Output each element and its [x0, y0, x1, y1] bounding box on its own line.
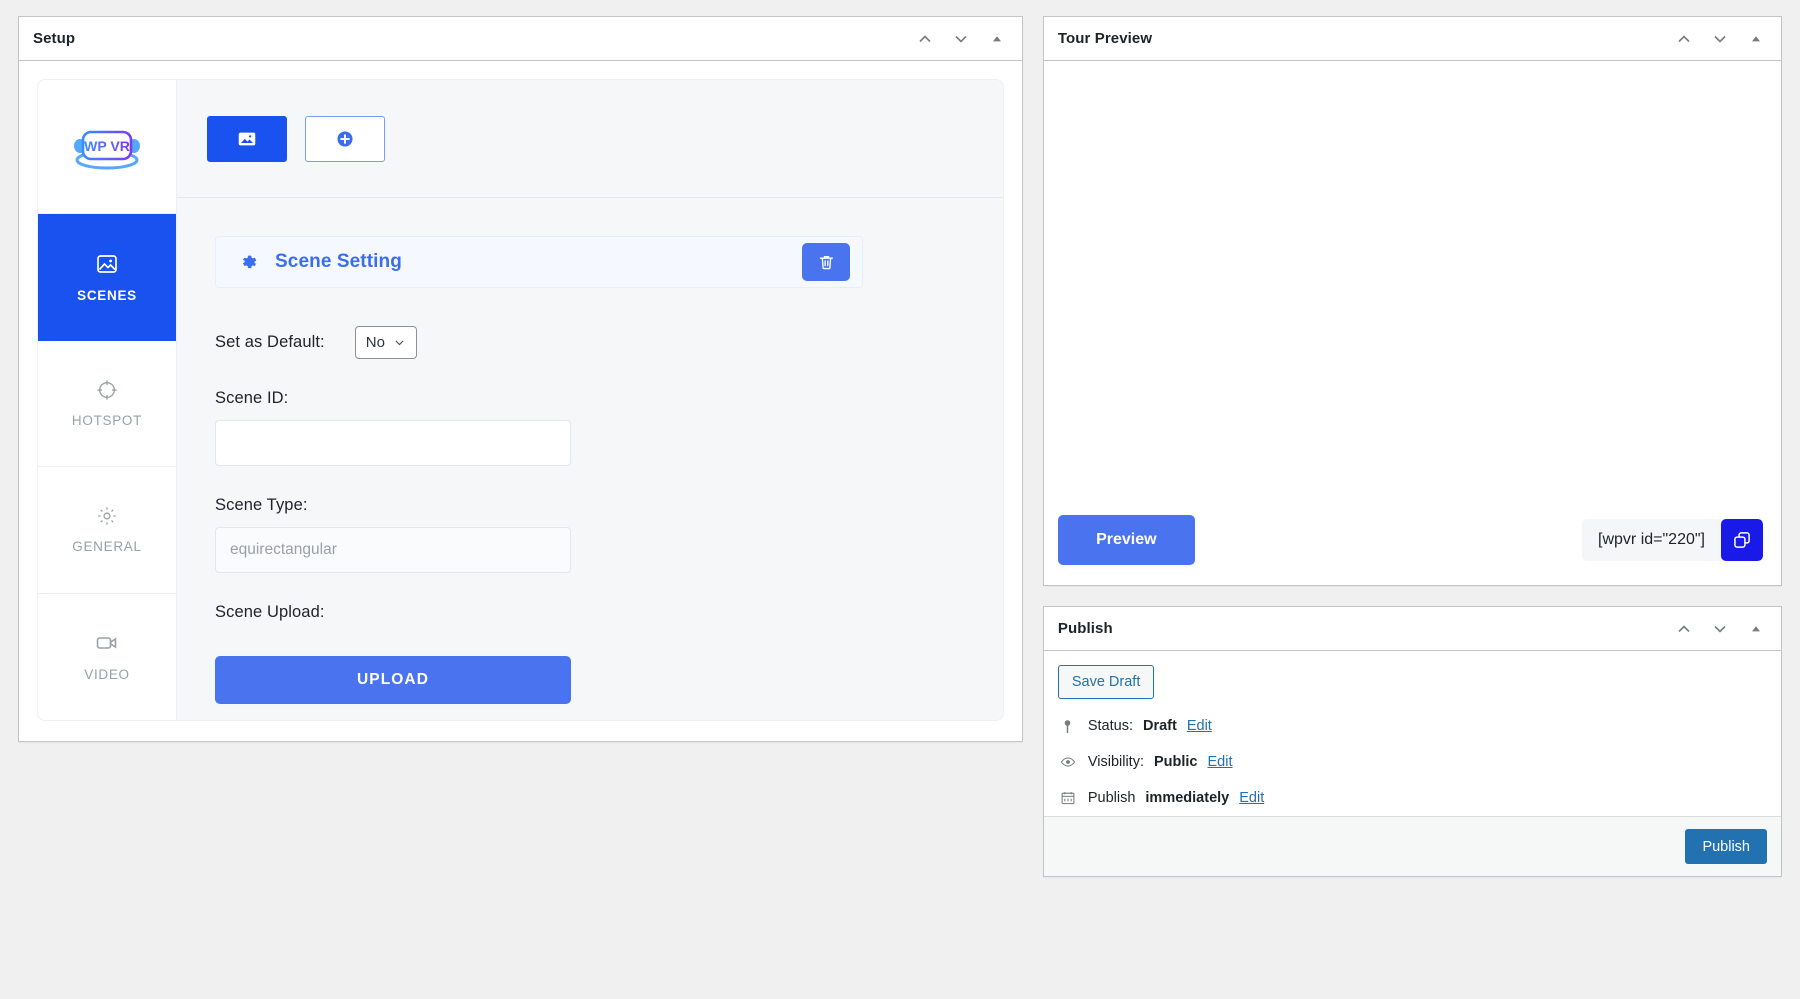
- svg-text:WP VR: WP VR: [84, 138, 130, 154]
- scene-image-tab[interactable]: [207, 116, 287, 162]
- schedule-label: Publish: [1088, 791, 1136, 806]
- scene-type-input[interactable]: [215, 527, 571, 573]
- visibility-edit-link[interactable]: Edit: [1208, 755, 1233, 770]
- sidebar-item-video[interactable]: VIDEO: [38, 594, 176, 720]
- hotspot-target-icon: [96, 379, 118, 401]
- pin-icon: [1058, 719, 1078, 734]
- scene-type-field: Scene Type:: [215, 496, 965, 573]
- scene-upload-label: Scene Upload:: [215, 603, 965, 622]
- setup-body: WP VR SCENES: [19, 61, 1022, 741]
- scene-form: Scene Setting Set as Default:: [177, 198, 1003, 704]
- sidebar-item-hotspot[interactable]: HOTSPOT: [38, 341, 176, 467]
- visibility-value: Public: [1154, 755, 1198, 770]
- toggle-triangle-icon[interactable]: [1745, 618, 1767, 640]
- status-edit-link[interactable]: Edit: [1187, 719, 1212, 734]
- set-as-default-label: Set as Default:: [215, 333, 325, 352]
- tour-preview-metabox: Tour Preview Preview [wpvr id: [1043, 16, 1782, 586]
- preview-button[interactable]: Preview: [1058, 515, 1195, 565]
- shortcode-text: [wpvr id="220"]: [1582, 519, 1721, 561]
- scene-tabs: [177, 80, 1003, 198]
- chevron-down-icon[interactable]: [1709, 618, 1731, 640]
- publish-header: Publish: [1044, 607, 1781, 651]
- scene-id-input[interactable]: [215, 420, 571, 466]
- sidebar-item-general[interactable]: GENERAL: [38, 467, 176, 593]
- setup-header: Setup: [19, 17, 1022, 61]
- right-column: Tour Preview Preview [wpvr id: [1043, 16, 1782, 877]
- calendar-icon: [1058, 790, 1078, 806]
- publish-footer: Publish: [1044, 816, 1781, 876]
- toggle-triangle-icon[interactable]: [986, 28, 1008, 50]
- save-draft-button[interactable]: Save Draft: [1058, 665, 1155, 699]
- publish-header-controls: [1673, 618, 1767, 640]
- sidebar-item-scenes[interactable]: SCENES: [38, 214, 176, 340]
- chevron-down-icon: [393, 336, 406, 349]
- set-as-default-row: Set as Default: No: [215, 326, 965, 359]
- chevron-down-icon[interactable]: [1709, 28, 1731, 50]
- shortcode-group: [wpvr id="220"]: [1582, 519, 1763, 561]
- tour-preview-header: Tour Preview: [1044, 17, 1781, 61]
- admin-page: Setup: [0, 0, 1800, 999]
- wpvr-logo-icon: WP VR: [69, 119, 145, 175]
- wpvr-sidebar: WP VR SCENES: [38, 80, 177, 720]
- sidebar-item-label: SCENES: [77, 288, 137, 303]
- publish-metabox: Publish Save Draft: [1043, 606, 1782, 877]
- wpvr-logo: WP VR: [38, 80, 176, 214]
- wpvr-content-pane: Scene Setting Set as Default:: [177, 80, 1003, 720]
- schedule-row: Publish immediately Edit: [1058, 790, 1767, 806]
- setup-metabox: Setup: [18, 16, 1023, 742]
- add-scene-tab[interactable]: [305, 116, 385, 162]
- wpvr-builder: WP VR SCENES: [37, 79, 1004, 721]
- scene-id-label: Scene ID:: [215, 389, 965, 408]
- chevron-up-icon[interactable]: [1673, 28, 1695, 50]
- schedule-value: immediately: [1145, 791, 1229, 806]
- scene-setting-bar: Scene Setting: [215, 236, 863, 288]
- scene-id-field: Scene ID:: [215, 389, 965, 466]
- setup-header-controls: [914, 28, 1008, 50]
- sidebar-item-label: GENERAL: [72, 539, 141, 554]
- video-camera-icon: [95, 631, 119, 655]
- tour-preview-canvas[interactable]: [1044, 61, 1781, 493]
- chevron-up-icon[interactable]: [1673, 618, 1695, 640]
- status-row: Status: Draft Edit: [1058, 719, 1767, 734]
- setup-title: Setup: [33, 30, 75, 47]
- toggle-triangle-icon[interactable]: [1745, 28, 1767, 50]
- schedule-edit-link[interactable]: Edit: [1239, 791, 1264, 806]
- set-as-default-select[interactable]: No: [355, 326, 417, 359]
- chevron-up-icon[interactable]: [914, 28, 936, 50]
- publish-body: Save Draft Status: Draft Edit: [1044, 651, 1781, 816]
- tour-preview-title: Tour Preview: [1058, 30, 1152, 47]
- delete-scene-button[interactable]: [802, 243, 850, 281]
- gear-icon: [96, 505, 118, 527]
- publish-title: Publish: [1058, 620, 1113, 637]
- sidebar-item-label: HOTSPOT: [72, 413, 142, 428]
- gear-icon: [238, 252, 259, 273]
- image-icon: [95, 252, 119, 276]
- upload-button[interactable]: UPLOAD: [215, 656, 571, 704]
- publish-button[interactable]: Publish: [1685, 829, 1767, 864]
- tour-preview-header-controls: [1673, 28, 1767, 50]
- tour-preview-footer: Preview [wpvr id="220"]: [1044, 493, 1781, 585]
- sidebar-item-label: VIDEO: [84, 667, 130, 682]
- chevron-down-icon[interactable]: [950, 28, 972, 50]
- status-label: Status:: [1088, 719, 1133, 734]
- visibility-label: Visibility:: [1088, 755, 1144, 770]
- scene-setting-label-group: Scene Setting: [238, 251, 402, 273]
- scene-type-label: Scene Type:: [215, 496, 965, 515]
- copy-icon[interactable]: [1721, 519, 1763, 561]
- scene-upload-field: Scene Upload: UPLOAD: [215, 603, 965, 704]
- set-as-default-value: No: [366, 334, 385, 351]
- visibility-row: Visibility: Public Edit: [1058, 754, 1767, 770]
- eye-icon: [1058, 754, 1078, 770]
- scene-setting-title: Scene Setting: [275, 251, 402, 273]
- status-value: Draft: [1143, 719, 1177, 734]
